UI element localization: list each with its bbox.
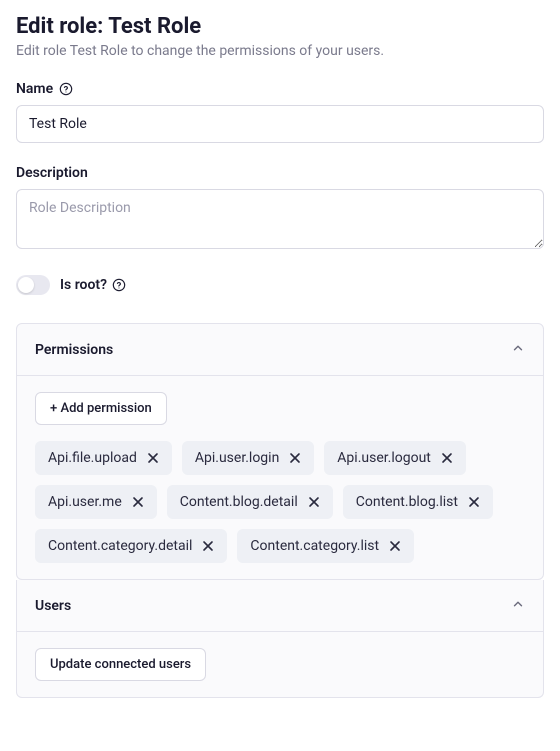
close-icon[interactable] [441, 452, 453, 464]
permission-tag-label: Content.blog.list [356, 494, 458, 510]
chevron-up-icon [511, 596, 525, 615]
permissions-title: Permissions [35, 342, 113, 358]
name-input[interactable] [16, 105, 544, 143]
name-label: Name [16, 81, 544, 97]
users-title: Users [35, 598, 71, 614]
permission-tag: Api.file.upload [35, 441, 172, 475]
permission-tag: Api.user.logout [324, 441, 466, 475]
permission-tag: Content.blog.list [343, 485, 493, 519]
permission-tag-label: Api.user.logout [337, 450, 431, 466]
close-icon[interactable] [289, 452, 301, 464]
permission-tag-label: Api.file.upload [48, 450, 137, 466]
permission-tag: Api.user.me [35, 485, 157, 519]
is-root-toggle[interactable] [16, 275, 50, 295]
permission-tag: Content.blog.detail [167, 485, 333, 519]
help-icon[interactable] [112, 278, 126, 292]
close-icon[interactable] [132, 496, 144, 508]
permissions-header[interactable]: Permissions [17, 324, 543, 376]
users-header[interactable]: Users [17, 580, 543, 632]
close-icon[interactable] [468, 496, 480, 508]
is-root-label: Is root? [60, 277, 126, 293]
update-users-button[interactable]: Update connected users [35, 648, 206, 681]
close-icon[interactable] [308, 496, 320, 508]
permission-tag-label: Api.user.me [48, 494, 122, 510]
permission-tag: Content.category.list [237, 529, 414, 563]
permission-tag-label: Content.category.list [250, 538, 379, 554]
permission-tag-label: Content.blog.detail [180, 494, 298, 510]
permission-tag: Api.user.login [182, 441, 314, 475]
description-label: Description [16, 165, 544, 181]
page-subtitle: Edit role Test Role to change the permis… [16, 43, 544, 59]
page-title: Edit role: Test Role [16, 14, 544, 39]
close-icon[interactable] [147, 452, 159, 464]
permission-tag: Content.category.detail [35, 529, 227, 563]
close-icon[interactable] [202, 540, 214, 552]
help-icon[interactable] [59, 82, 73, 96]
permission-tag-label: Api.user.login [195, 450, 279, 466]
chevron-up-icon [511, 340, 525, 359]
description-input[interactable] [16, 189, 544, 249]
add-permission-button[interactable]: + Add permission [35, 392, 167, 425]
close-icon[interactable] [389, 540, 401, 552]
permission-tag-label: Content.category.detail [48, 538, 192, 554]
